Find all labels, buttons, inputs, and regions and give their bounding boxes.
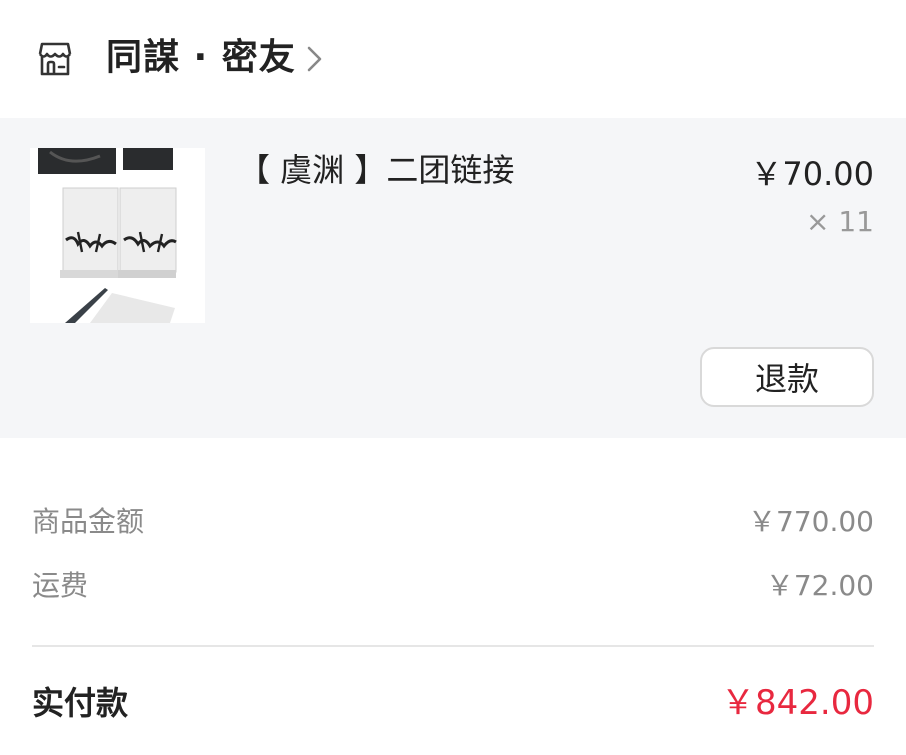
shipping-fee-row: 运费 ￥72.00	[32, 566, 874, 606]
shop-name[interactable]: 同謀 · 密友	[106, 34, 296, 82]
shipping-fee-label: 运费	[32, 569, 89, 602]
total-paid-row: 实付款 ￥842.00	[32, 680, 874, 726]
product-photo-image	[30, 148, 205, 323]
total-paid-label: 实付款	[32, 684, 129, 722]
storefront-icon	[38, 42, 72, 76]
goods-amount-label: 商品金额	[32, 505, 145, 538]
goods-amount-value: ￥770.00	[748, 505, 874, 538]
refund-button[interactable]: 退款	[700, 347, 874, 407]
product-price: ￥70.00	[750, 155, 874, 193]
total-paid-value: ￥842.00	[721, 683, 874, 723]
product-quantity: × 11	[806, 205, 874, 238]
shop-header[interactable]: 同謀 · 密友	[0, 0, 906, 118]
product-card[interactable]: 【 虞渊 】二团链接 ￥70.00 × 11 退款	[0, 118, 906, 438]
chevron-right-icon[interactable]	[304, 42, 326, 76]
shipping-fee-value: ￥72.00	[765, 569, 874, 602]
goods-amount-row: 商品金额 ￥770.00	[32, 502, 874, 542]
divider	[32, 645, 874, 647]
product-title[interactable]: 【 虞渊 】二团链接	[238, 148, 514, 192]
product-thumbnail[interactable]	[30, 148, 205, 323]
order-detail-page: 同謀 · 密友 【 虞渊 】二团链接 ￥70.00 × 11 退款 商品金额 ￥…	[0, 0, 906, 755]
